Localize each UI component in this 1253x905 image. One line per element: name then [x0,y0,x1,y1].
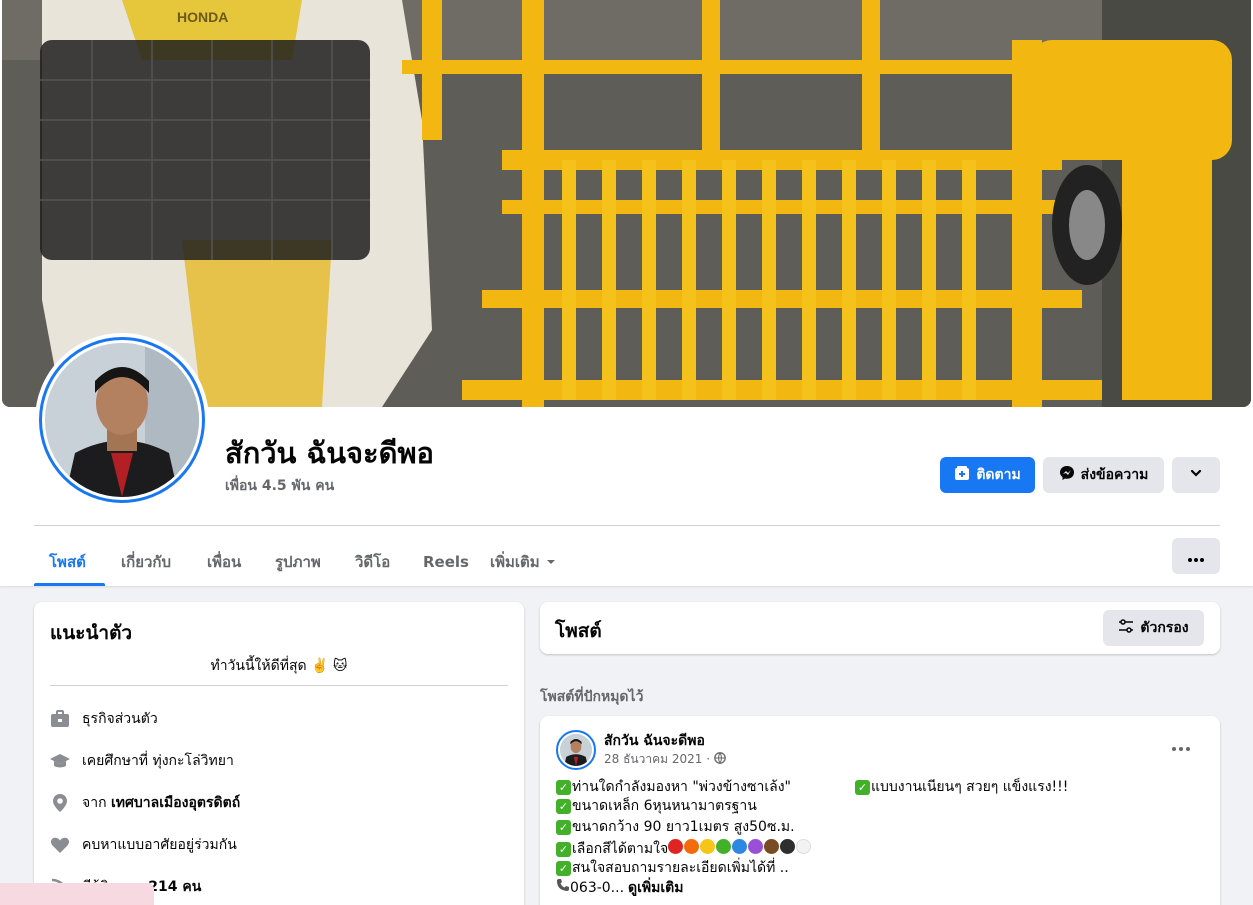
tab-posts[interactable]: โพสต์ [49,538,86,586]
intro-relationship-text: คบหาแบบอาศัยอยู่ร่วมกัน [82,837,237,853]
check-mark-icon: ✓ [556,780,571,795]
friends-count[interactable]: เพื่อน 4.5 พัน คน [225,475,334,497]
check-mark-icon: ✓ [556,820,571,835]
more-dots-icon [1188,547,1204,566]
post-date-text: 28 ธันวาคม 2021 · [604,752,711,766]
header-divider [34,525,1220,526]
active-tab-indicator [34,583,105,586]
tab-about[interactable]: เกี่ยวกับ [121,538,171,586]
intro-card: แนะนำตัว ทำวันนี้ให้ดีที่สุด ✌️ 🐱 ธุรกิจ… [34,602,524,905]
color-swatches [668,839,812,860]
tab-videos[interactable]: วิดีโอ [355,538,390,586]
follow-label: ติดตาม [976,467,1021,483]
post-line-text: 063-0... [570,879,625,896]
cover-photo[interactable]: HONDA [2,0,1251,407]
color-dot [764,839,780,854]
filter-button[interactable]: ตัวกรอง [1103,610,1204,646]
profile-more-button[interactable] [1172,457,1220,493]
tab-photos[interactable]: รูปภาพ [275,538,321,586]
post-line: 063-0... ดูเพิ่มเติม [556,878,683,898]
profile-avatar[interactable] [35,333,209,507]
graduation-cap-icon [50,751,70,771]
intro-hometown-link[interactable]: เทศบาลเมืองอุตรดิตถ์ [111,795,240,811]
intro-hometown: จาก เทศบาลเมืองอุตรดิตถ์ [50,792,240,814]
bio-text: ทำวันนี้ให้ดีที่สุด ✌️ 🐱 [210,658,348,674]
color-dot [684,839,700,854]
post-line: ✓ ท่านใดกำลังมองหา "พ่วงข้างซาเล้ง" [556,778,791,797]
post-line-text: ท่านใดกำลังมองหา "พ่วงข้างซาเล้ง" [572,779,791,795]
posts-header-card: โพสต์ ตัวกรอง [540,602,1220,654]
post-line-text: ขนาดกว้าง 90 ยาว1เมตร สูง50ซ.ม. [572,819,795,835]
intro-divider [50,685,508,686]
messenger-icon [1059,465,1075,485]
color-dot [732,839,748,854]
post-line-text: แบบงานเนียนๆ สวยๆ แข็งแรง!!! [871,779,1069,795]
message-button[interactable]: ส่งข้อความ [1043,457,1164,493]
check-mark-icon: ✓ [556,799,571,814]
phone-icon [556,878,570,898]
color-dot [716,839,732,854]
tab-friends[interactable]: เพื่อน [207,538,241,586]
color-dot [668,839,684,854]
see-more-link[interactable]: ดูเพิ่มเติม [628,879,683,898]
post-author-avatar[interactable] [556,730,596,770]
globe-icon [714,752,726,767]
post-line-text: เลือกสีได้ตามใจ [572,841,669,857]
corner-overlay [0,883,154,905]
intro-hometown-prefix: จาก [82,795,111,811]
pinned-post: สักวัน ฉันจะดีพอ 28 ธันวาคม 2021 · ✓ ท่าน… [540,716,1220,905]
post-line-text: สนใจสอบถามรายละเอียดเพิ่มได้ที่ .. [572,860,789,876]
color-dot [700,839,716,854]
more-dots-icon [1172,736,1190,755]
follow-button[interactable]: ติดตาม [940,457,1035,493]
intro-work-text: ธุรกิจส่วนตัว [82,711,158,727]
svg-text:HONDA: HONDA [177,9,228,25]
intro-work: ธุรกิจส่วนตัว [50,708,158,730]
filter-sliders-icon [1118,619,1134,637]
intro-followers-count[interactable]: 214 คน [148,879,201,895]
filter-label: ตัวกรอง [1140,620,1189,636]
posts-title: โพสต์ [555,620,602,642]
intro-title: แนะนำตัว [50,622,133,644]
chevron-down-icon [1189,466,1203,484]
color-dot [748,839,764,854]
post-options-button[interactable] [1172,736,1190,755]
message-label: ส่งข้อความ [1080,467,1149,483]
post-line-text: ขนาดเหล็ก 6หุนหนามาตรฐาน [572,798,757,814]
post-author-name[interactable]: สักวัน ฉันจะดีพอ [604,730,705,752]
post-line: ✓ ขนาดเหล็ก 6หุนหนามาตรฐาน [556,797,757,816]
tabs-more-options-button[interactable] [1172,538,1220,574]
post-line: ✓ ขนาดกว้าง 90 ยาว1เมตร สูง50ซ.ม. [556,818,795,837]
pinned-posts-label: โพสต์ที่ปักหมุดไว้ [540,689,644,705]
heart-icon [50,835,70,855]
profile-name: สักวัน ฉันจะดีพอ [225,436,434,470]
briefcase-icon [50,709,70,729]
post-line: ✓ เลือกสีได้ตามใจ [556,839,812,860]
post-timestamp[interactable]: 28 ธันวาคม 2021 · [604,750,726,769]
intro-education: เคยศึกษาที่ ทุ่งกะโล่วิทยา [50,750,234,772]
add-friend-icon [954,465,970,485]
tab-reels[interactable]: Reels [423,538,469,586]
location-pin-icon [50,793,70,813]
color-dot [780,839,796,854]
check-mark-icon: ✓ [556,861,571,876]
post-line: ✓ แบบงานเนียนๆ สวยๆ แข็งแรง!!! [855,778,1068,797]
intro-education-text[interactable]: เคยศึกษาที่ ทุ่งกะโล่วิทยา [82,750,234,772]
caret-down-icon [546,553,556,571]
color-dot [796,839,812,854]
check-mark-icon: ✓ [855,780,870,795]
intro-relationship: คบหาแบบอาศัยอยู่ร่วมกัน [50,834,237,856]
tab-more-label: เพิ่มเติม [490,553,540,571]
post-line: ✓ สนใจสอบถามรายละเอียดเพิ่มได้ที่ .. [556,859,789,878]
check-mark-icon: ✓ [556,842,571,857]
tab-more[interactable]: เพิ่มเติม [490,538,556,586]
